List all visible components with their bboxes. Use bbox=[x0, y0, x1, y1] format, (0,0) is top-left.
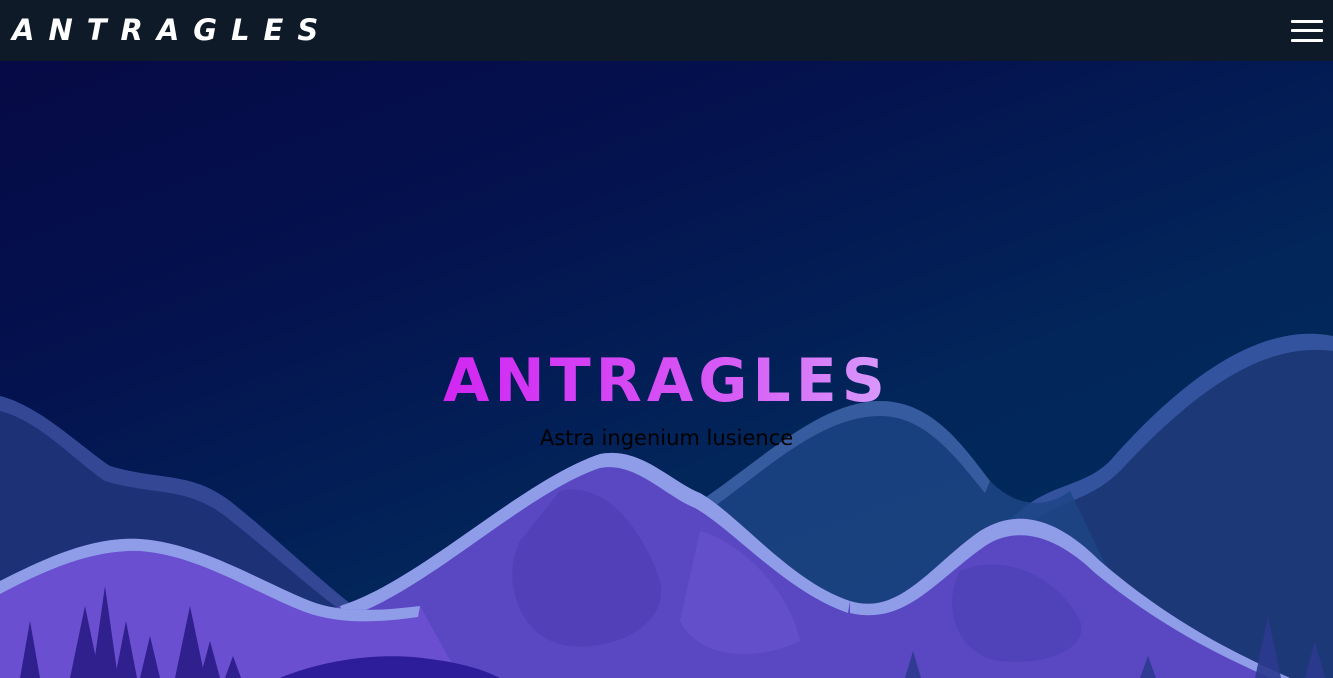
top-navigation-bar: ANTRAGLES bbox=[0, 0, 1333, 61]
menu-line bbox=[1291, 19, 1323, 23]
menu-line bbox=[1291, 38, 1323, 42]
brand-logo[interactable]: ANTRAGLES bbox=[12, 16, 332, 45]
hamburger-menu-icon[interactable] bbox=[1291, 19, 1323, 42]
hero-subtitle: Astra ingenium lusience bbox=[539, 426, 794, 450]
hero-section: ANTRAGLES Astra ingenium lusience bbox=[0, 61, 1333, 678]
menu-line bbox=[1291, 29, 1323, 32]
hero-title: ANTRAGLES bbox=[0, 351, 1333, 411]
